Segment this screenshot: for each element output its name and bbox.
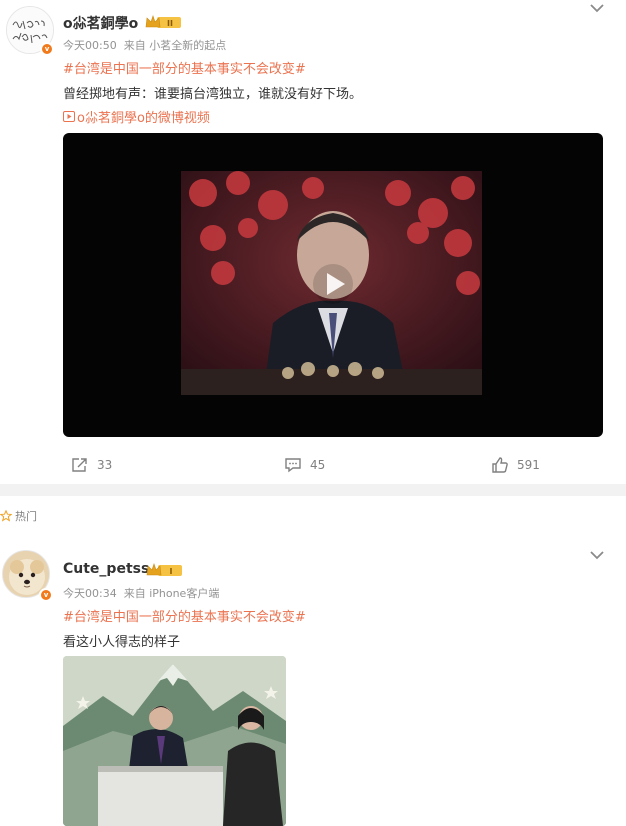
chevron-down-icon[interactable] [589,550,605,560]
hot-label: 热门 [15,510,37,523]
comment-icon [285,458,301,473]
post-text: 看这小人得志的样子 [63,635,181,650]
post-text: 曾经掷地有声：谁要搞台湾独立，谁就没有好下场。 [63,87,363,102]
post-source[interactable]: 来自 iPhone客户端 [124,587,220,600]
share-icon [72,458,87,472]
post-meta: 今天00:34 来自 iPhone客户端 [63,585,219,601]
topic-link[interactable]: #台湾是中国一部分的基本事实不会改变# [63,58,306,77]
post-image[interactable] [63,656,286,826]
feed-divider [0,484,626,496]
svg-text:I: I [170,567,173,576]
topic-link[interactable]: #台湾是中国一部分的基本事实不会改变# [63,606,306,625]
video-link[interactable]: o尛茗銅學o的微博视频 [63,107,210,126]
member-crown-icon[interactable]: II [145,15,183,29]
post-time[interactable]: 今天00:34 [63,587,117,600]
feed-post: v Cute_petss I 今天00:34 来自 iPhone客户端 #台湾是中… [0,530,626,826]
chevron-down-icon[interactable] [589,3,605,13]
verified-icon: v [40,42,54,56]
post-photo [63,656,286,826]
share-button[interactable]: 33 [71,457,112,473]
post-meta: 今天00:50 来自 小茗全新的起点 [63,37,226,53]
like-icon [492,457,508,473]
feed-post: v o尛茗銅學o II 今天00:50 来自 小茗全新的起点 #台湾是中国一部分的… [0,0,626,484]
like-count: 591 [517,458,540,472]
comment-button[interactable]: 45 [284,457,325,473]
svg-text:II: II [167,19,173,28]
like-button[interactable]: 591 [491,457,540,473]
share-count: 33 [97,458,113,472]
hot-section-header: 热门 [0,506,37,526]
hot-star-icon [0,510,12,522]
member-crown-icon[interactable]: I [146,563,184,577]
post-source[interactable]: 来自 小茗全新的起点 [124,39,227,52]
play-icon[interactable] [311,262,355,306]
comment-count: 45 [310,458,326,472]
post-username[interactable]: Cute_petss [63,561,149,577]
post-time[interactable]: 今天00:50 [63,39,117,52]
post-username[interactable]: o尛茗銅學o [63,13,138,33]
video-link-icon [63,111,75,122]
verified-icon: v [39,588,53,602]
video-link-label: o尛茗銅學o的微博视频 [77,111,210,126]
